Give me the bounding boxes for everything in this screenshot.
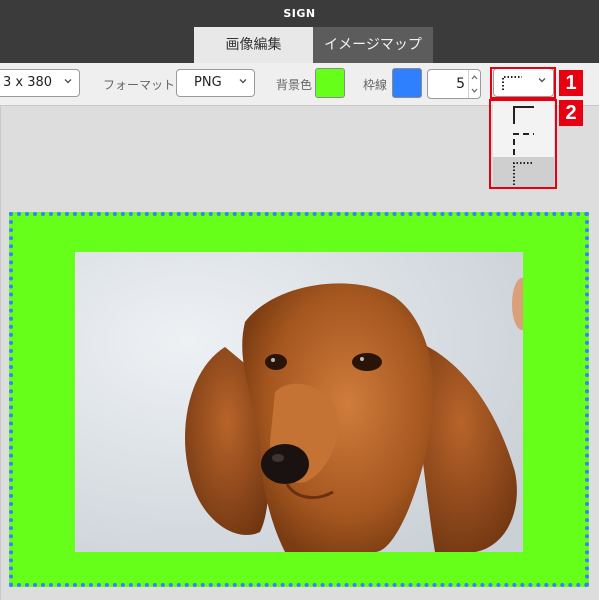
border-width-value: 5 <box>456 76 465 92</box>
size-select-value: 3 x 380 <box>3 75 53 90</box>
annotation-badge-2: 2 <box>559 100 583 126</box>
tab-bar: 画像編集 イメージマップ <box>0 27 599 63</box>
format-select[interactable]: PNG <box>176 69 255 97</box>
border-label: 枠線 <box>363 78 388 92</box>
tab-image-edit[interactable]: 画像編集 <box>194 27 313 63</box>
format-select-value: PNG <box>194 75 222 90</box>
annotation-badge-1: 1 <box>559 70 583 96</box>
highlight-border-style-dropdown <box>489 99 557 189</box>
chevron-down-icon <box>64 79 72 84</box>
dog-photo <box>75 252 523 552</box>
tab-image-map[interactable]: イメージマップ <box>313 27 433 63</box>
border-width-stepper[interactable] <box>468 70 480 98</box>
format-label: フォーマット <box>103 78 176 92</box>
border-width-input[interactable]: 5 <box>427 69 481 99</box>
chevron-down-icon <box>239 79 247 84</box>
border-color-swatch[interactable] <box>392 68 422 98</box>
background-color-label: 背景色 <box>276 78 313 92</box>
background-color-swatch[interactable] <box>315 68 345 98</box>
stepper-arrows-icon <box>471 75 478 93</box>
app-title: SIGN <box>0 0 599 27</box>
size-select[interactable]: 3 x 380 <box>0 69 80 97</box>
highlight-border-style-select <box>490 67 556 99</box>
